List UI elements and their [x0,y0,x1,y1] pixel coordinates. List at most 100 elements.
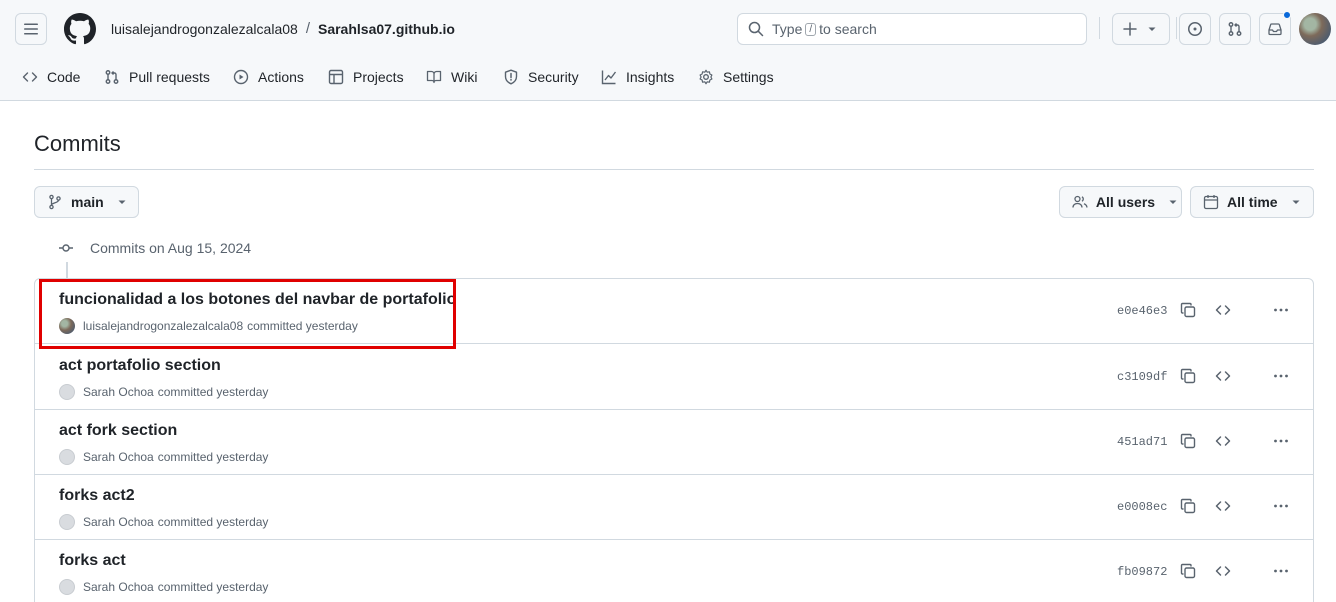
timeline-line [66,262,68,278]
tab-label: Projects [353,69,404,85]
more-options-icon[interactable] [1273,368,1289,384]
triangle-down-icon [118,200,126,204]
author-name[interactable]: Sarah Ochoa [83,580,154,594]
github-logo-icon[interactable] [64,13,96,45]
pull-requests-button[interactable] [1219,13,1251,45]
commit-sha-link[interactable]: c3109df [1117,370,1167,384]
commit-time: committed yesterday [157,580,269,594]
book-icon [426,70,442,84]
header-divider [1176,17,1177,39]
copy-icon[interactable] [1180,368,1196,384]
create-new-button[interactable] [1112,13,1170,45]
browse-code-icon[interactable] [1215,302,1231,318]
owner-link[interactable]: luisalejandrogonzalezalcala08 [111,21,298,37]
browse-code-icon[interactable] [1215,368,1231,384]
tab-label: Security [528,69,579,85]
pull-request-icon [1228,22,1242,36]
commit-meta: Sarah Ochoa committed yesterday [59,384,268,400]
title-divider [34,169,1314,170]
graph-icon [601,70,617,85]
time-filter-button[interactable]: All time [1190,186,1314,218]
code-icon [22,72,38,82]
git-branch-icon [49,194,61,210]
tab-security[interactable]: Security [503,62,579,92]
search-icon [748,21,764,37]
tab-actions[interactable]: Actions [233,62,304,92]
tab-pull-requests[interactable]: Pull requests [104,62,210,92]
triangle-down-icon [1169,200,1177,204]
author-avatar[interactable] [59,384,75,400]
copy-icon[interactable] [1180,563,1196,579]
shield-icon [504,69,518,85]
issue-opened-icon [1188,22,1202,36]
pull-request-icon [105,70,119,84]
git-commit-icon [59,244,73,252]
repo-link[interactable]: Sarahlsa07.github.io [318,21,455,37]
copy-icon[interactable] [1180,433,1196,449]
time-filter-label: All time [1227,194,1278,210]
browse-code-icon[interactable] [1215,498,1231,514]
tab-label: Code [47,69,81,85]
author-avatar[interactable] [59,449,75,465]
copy-icon[interactable] [1180,302,1196,318]
more-options-icon[interactable] [1273,563,1289,579]
commit-sha-link[interactable]: 451ad71 [1117,435,1167,449]
tab-insights[interactable]: Insights [601,62,674,92]
author-name[interactable]: Sarah Ochoa [83,450,154,464]
gear-icon [699,69,713,85]
tab-projects[interactable]: Projects [328,62,404,92]
menu-button[interactable] [15,13,47,45]
commit-message-link[interactable]: act portafolio section [59,357,221,375]
user-avatar[interactable] [1299,13,1331,45]
commit-time: committed yesterday [157,515,269,529]
browse-code-icon[interactable] [1215,563,1231,579]
more-options-icon[interactable] [1273,433,1289,449]
triangle-down-icon [1148,27,1156,31]
calendar-icon [1203,195,1219,210]
commit-time: committed yesterday [157,385,269,399]
tab-label: Pull requests [129,69,210,85]
search-shortcut-key: / [805,22,817,36]
tab-wiki[interactable]: Wiki [426,62,477,92]
tab-label: Wiki [451,69,478,85]
commit-meta: Sarah Ochoa committed yesterday [59,514,268,530]
issues-button[interactable] [1179,13,1211,45]
tab-code[interactable]: Code [22,62,80,92]
search-placeholder-post: to search [819,21,877,37]
more-options-icon[interactable] [1273,498,1289,514]
repo-header: luisalejandrogonzalezalcala08 / Sarahlsa… [0,0,1336,101]
commit-message-link[interactable]: forks act [59,552,126,570]
header-divider [1099,17,1100,39]
top-bar: luisalejandrogonzalezalcala08 / Sarahlsa… [0,0,1336,58]
commit-time: committed yesterday [157,450,269,464]
more-options-icon[interactable] [1273,302,1289,318]
search-placeholder-pre: Type [772,21,803,37]
tab-label: Insights [626,69,675,85]
copy-icon[interactable] [1180,498,1196,514]
search-input[interactable]: Type / to search [737,13,1087,45]
author-name[interactable]: Sarah Ochoa [83,385,154,399]
branch-select-button[interactable]: main [34,186,139,218]
hamburger-icon [24,23,38,35]
commit-row: act fork section Sarah Ochoa committed y… [35,410,1313,475]
commit-date-heading: Commits on Aug 15, 2024 [58,240,251,256]
tab-label: Actions [258,69,304,85]
commit-row: forks act2 Sarah Ochoa committed yesterd… [35,475,1313,540]
commit-sha-link[interactable]: e0008ec [1117,500,1167,514]
author-avatar[interactable] [59,579,75,595]
users-filter-button[interactable]: All users [1059,186,1182,218]
triangle-down-icon [1292,200,1300,204]
commit-meta: Sarah Ochoa committed yesterday [59,579,268,595]
commit-sha-link[interactable]: fb09872 [1117,565,1167,579]
author-avatar[interactable] [59,514,75,530]
browse-code-icon[interactable] [1215,433,1231,449]
author-name[interactable]: Sarah Ochoa [83,515,154,529]
people-icon [1072,195,1088,208]
play-icon [233,69,249,85]
notification-dot [1283,11,1291,19]
commit-message-link[interactable]: act fork section [59,422,177,440]
highlight-box [39,279,456,349]
tab-settings[interactable]: Settings [698,62,774,92]
commit-message-link[interactable]: forks act2 [59,487,135,505]
commit-sha-link[interactable]: e0e46e3 [1117,304,1167,318]
